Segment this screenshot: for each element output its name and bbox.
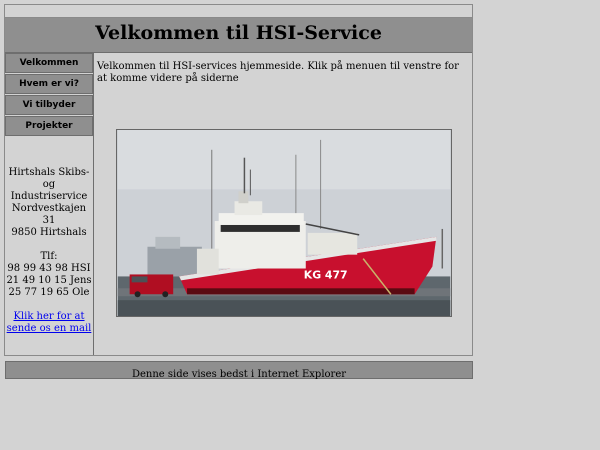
nav-item-vi-tilbyder[interactable]: Vi tilbyder	[5, 95, 93, 115]
mail-link[interactable]: Klik her for at sende os en mail	[7, 311, 92, 334]
sidebar: Velkommen Hvem er vi? Vi tilbyder Projek…	[5, 53, 94, 355]
phone-jens: 21 49 10 15 Jens	[6, 275, 92, 286]
phone-hsi: 98 99 43 98 HSI	[7, 263, 91, 274]
nav-item-velkommen[interactable]: Velkommen	[5, 53, 93, 73]
phone-label: Tlf:	[40, 251, 58, 262]
top-strip	[5, 5, 472, 18]
intro-text: Velkommen til HSI-services hjemmeside. K…	[97, 61, 459, 84]
company-city: 9850 Hirtshals	[11, 227, 87, 238]
company-name: Hirtshals Skibs- og Industriservice	[8, 167, 90, 202]
page-title: Velkommen til HSI-Service	[95, 22, 382, 44]
company-address: Nordvestkajen 31	[11, 203, 87, 226]
contact-info: Hirtshals Skibs- og Industriservice Nord…	[5, 167, 93, 335]
phone-ole: 25 77 19 65 Ole	[8, 287, 90, 298]
footer-text: Denne side vises bedst i Internet Explor…	[131, 369, 347, 380]
nav-item-hvem-er-vi[interactable]: Hvem er vi?	[5, 74, 93, 94]
page-footer: Denne side vises bedst i Internet Explor…	[5, 361, 473, 380]
page-header: Velkommen til HSI-Service	[5, 18, 472, 53]
ship-photo: KG 477	[116, 129, 452, 317]
nav-item-projekter[interactable]: Projekter	[5, 116, 93, 136]
main-content: Velkommen til HSI-services hjemmeside. K…	[95, 53, 472, 355]
page-frame: Velkommen til HSI-Service Velkommen Hvem…	[4, 4, 473, 356]
hull-marking-text: KG 477	[304, 268, 348, 281]
